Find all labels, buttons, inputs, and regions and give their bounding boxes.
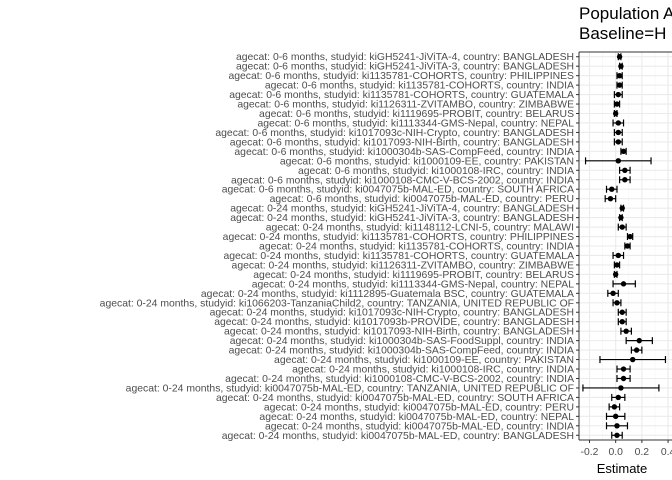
point-estimate xyxy=(618,63,624,69)
point-estimate xyxy=(611,404,618,410)
point-estimate xyxy=(607,195,614,202)
point-estimate xyxy=(614,101,620,107)
point-estimate xyxy=(624,243,631,249)
point-estimate xyxy=(609,186,615,192)
point-estimate xyxy=(612,271,619,278)
point-estimate xyxy=(620,375,627,382)
point-estimate xyxy=(618,385,624,391)
point-estimate xyxy=(615,139,621,145)
y-axis-label: agecat: 0-24 months, studyid: ki0047075b… xyxy=(222,431,574,442)
point-estimate xyxy=(622,177,628,183)
x-tick-label: 0.2 xyxy=(635,447,650,458)
point-estimate xyxy=(620,148,627,155)
x-tick-label: 0.4 xyxy=(661,447,672,458)
point-estimate xyxy=(633,347,640,353)
point-estimate xyxy=(616,82,623,88)
point-estimate xyxy=(627,233,633,240)
point-estimate xyxy=(612,110,619,117)
point-estimate xyxy=(622,167,628,173)
x-axis-title: Estimate xyxy=(597,461,648,476)
point-estimate xyxy=(612,413,619,420)
point-estimate xyxy=(615,158,621,164)
point-estimate xyxy=(620,281,627,287)
x-tick-label: 0.0 xyxy=(608,447,623,458)
point-estimate xyxy=(620,366,627,372)
point-estimate xyxy=(616,54,623,60)
point-estimate xyxy=(610,290,616,297)
point-estimate xyxy=(614,300,620,306)
point-estimate xyxy=(619,224,625,230)
point-estimate xyxy=(630,356,636,363)
point-estimate xyxy=(614,423,620,429)
point-estimate xyxy=(619,319,625,325)
point-estimate xyxy=(623,328,629,334)
point-estimate xyxy=(615,252,621,259)
point-estimate xyxy=(636,337,642,344)
point-estimate xyxy=(618,214,624,221)
point-estimate xyxy=(615,129,621,136)
point-estimate xyxy=(614,262,620,268)
point-estimate xyxy=(615,394,621,401)
x-tick-label: -0.2 xyxy=(581,447,599,458)
point-estimate xyxy=(619,309,625,315)
point-estimate xyxy=(615,91,621,98)
point-estimate xyxy=(619,205,625,211)
forest-plot: agecat: 0-6 months, studyid: kiGH5241-Ji… xyxy=(100,51,672,476)
point-estimate xyxy=(615,120,621,126)
point-estimate xyxy=(614,432,620,438)
point-estimate xyxy=(616,72,623,79)
